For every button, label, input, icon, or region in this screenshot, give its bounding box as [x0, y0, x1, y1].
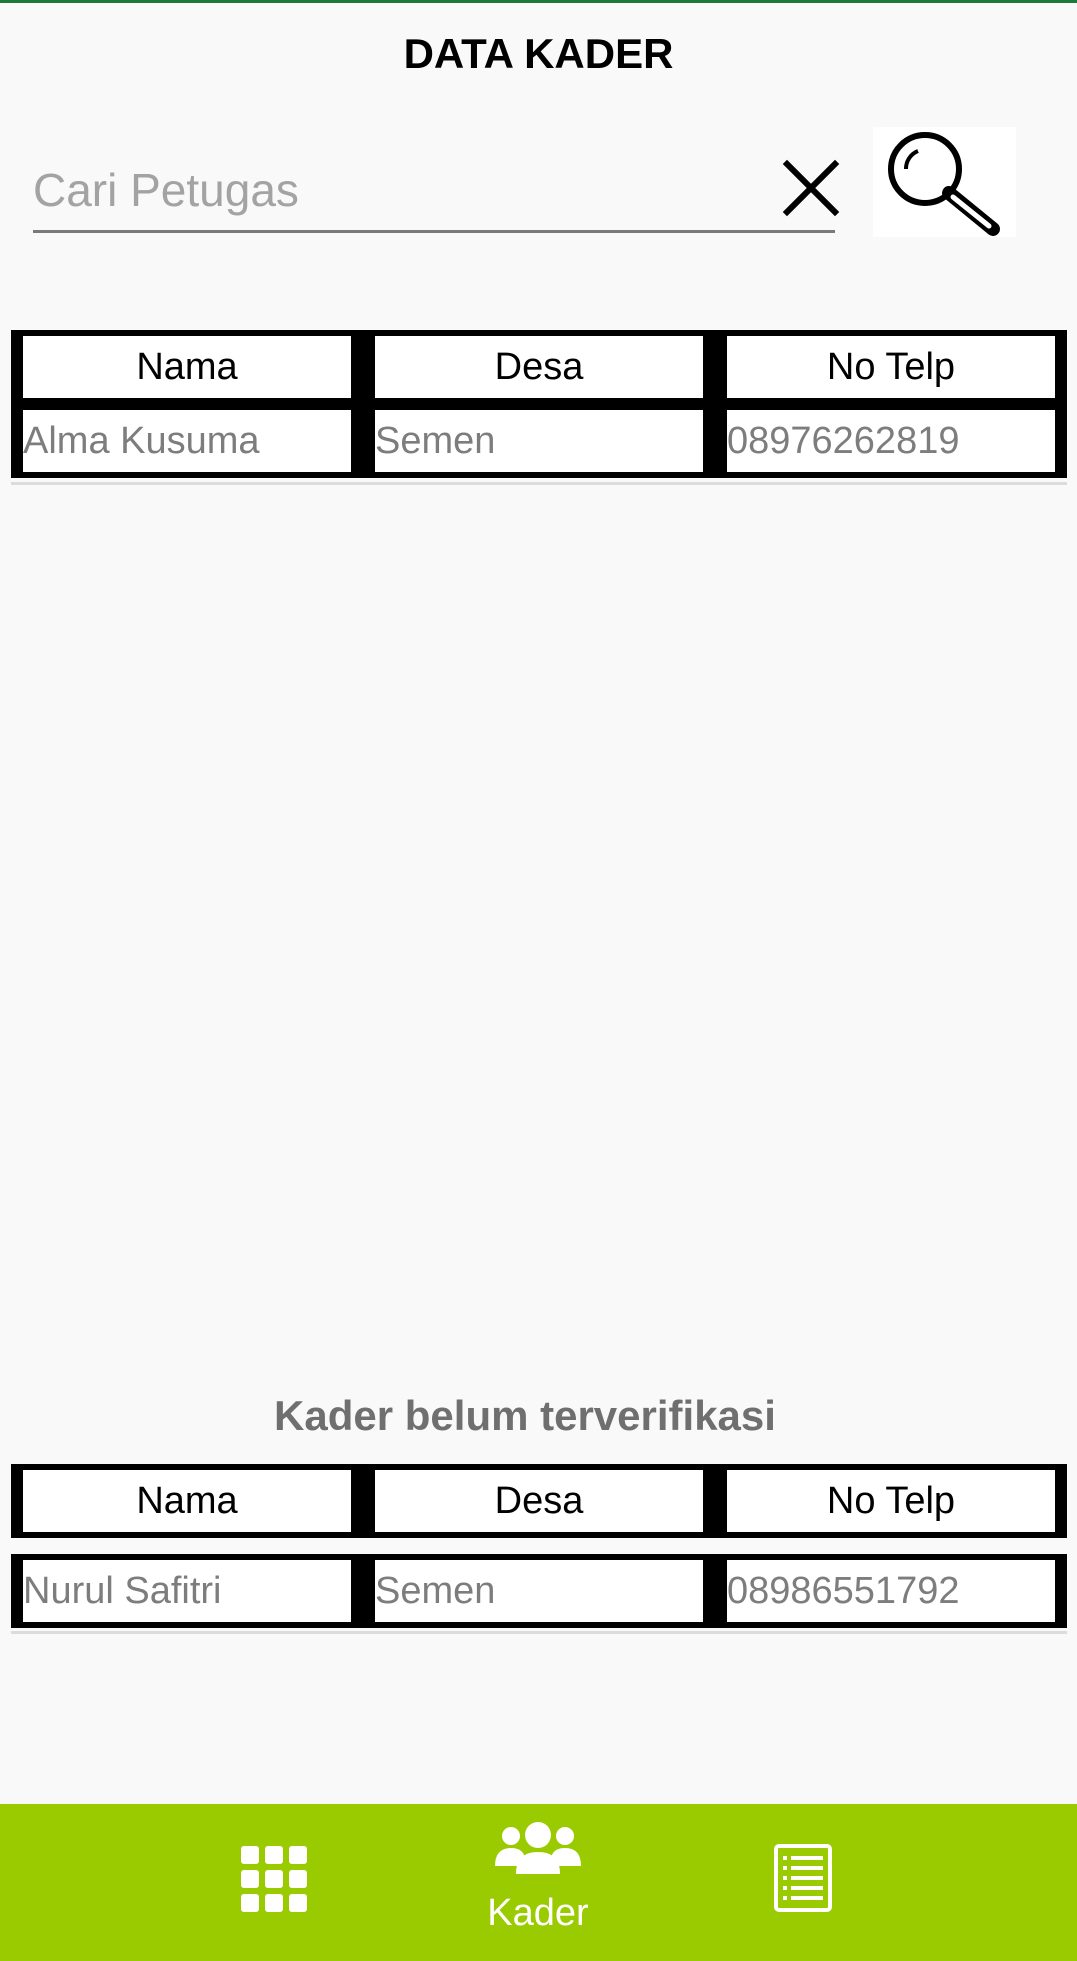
search-icon [888, 132, 1000, 236]
search-button[interactable] [873, 127, 1016, 237]
unverified-table: Nurul Safitri Semen 08986551792 [11, 1554, 1067, 1628]
column-header-desa: Desa [363, 330, 715, 404]
list-divider [11, 482, 1067, 485]
grid-icon [241, 1846, 307, 1912]
search-field [33, 150, 840, 233]
page-title: DATA KADER [403, 30, 674, 77]
table-row[interactable]: Alma Kusuma Semen 08976262819 [11, 404, 1067, 478]
list-divider [11, 1631, 1067, 1634]
cell-nama: Nurul Safitri [11, 1554, 363, 1628]
people-icon [495, 1822, 581, 1874]
column-header-no-telp: No Telp [715, 330, 1067, 404]
nav-item-list[interactable] [728, 1804, 878, 1961]
clear-search-button[interactable] [781, 158, 841, 218]
top-accent-line [0, 0, 1077, 3]
unverified-table-header: Nama Desa No Telp [11, 1464, 1067, 1538]
list-icon [774, 1844, 832, 1912]
column-header-nama: Nama [11, 1464, 363, 1538]
cell-desa: Semen [363, 1554, 715, 1628]
nav-item-kader[interactable]: Kader [463, 1804, 613, 1961]
bottom-navigation: Kader [0, 1804, 1077, 1961]
table-row[interactable]: Nurul Safitri Semen 08986551792 [11, 1554, 1067, 1628]
section-title-unverified: Kader belum terverifikasi [274, 1392, 776, 1439]
cell-nama: Alma Kusuma [11, 404, 363, 478]
cell-desa: Semen [363, 404, 715, 478]
cell-no-telp: 08976262819 [715, 404, 1067, 478]
kader-table: Alma Kusuma Semen 08976262819 [11, 404, 1067, 478]
cell-no-telp: 08986551792 [715, 1554, 1067, 1628]
nav-item-menu[interactable] [200, 1804, 350, 1961]
column-header-no-telp: No Telp [715, 1464, 1067, 1538]
kader-table-header: Nama Desa No Telp [11, 330, 1067, 404]
column-header-desa: Desa [363, 1464, 715, 1538]
close-icon [782, 159, 840, 217]
column-header-nama: Nama [11, 330, 363, 404]
search-input[interactable] [33, 150, 773, 230]
nav-label-kader: Kader [487, 1892, 589, 1934]
